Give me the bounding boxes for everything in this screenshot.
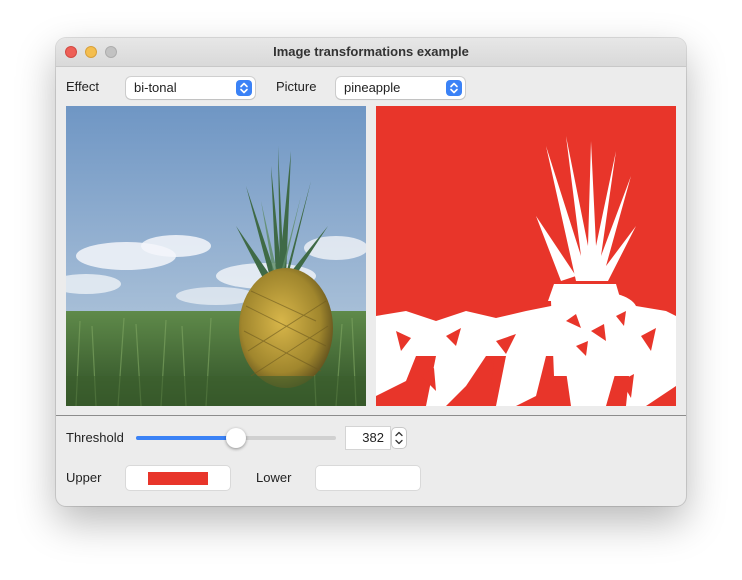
chevron-updown-icon (446, 80, 462, 96)
picture-select[interactable]: pineapple (336, 77, 465, 99)
upper-color-well[interactable] (126, 466, 230, 490)
lower-label: Lower (256, 470, 292, 485)
threshold-input[interactable]: 382 (346, 427, 390, 449)
app-window: Image transformations example Effect bi-… (56, 38, 686, 506)
picture-select-value: pineapple (344, 80, 401, 95)
threshold-slider-knob[interactable] (226, 428, 246, 448)
lower-color-swatch (338, 472, 398, 485)
effect-select-value: bi-tonal (134, 80, 177, 95)
threshold-value: 382 (362, 430, 384, 445)
transformed-image (376, 106, 676, 406)
picture-label: Picture (276, 79, 317, 94)
effect-select[interactable]: bi-tonal (126, 77, 255, 99)
threshold-label: Threshold (66, 430, 124, 445)
lower-color-well[interactable] (316, 466, 420, 490)
threshold-slider[interactable] (136, 428, 336, 448)
original-image (66, 106, 366, 406)
section-divider (56, 415, 686, 416)
title-bar: Image transformations example (56, 38, 686, 67)
threshold-slider-fill (136, 436, 236, 440)
upper-color-swatch (148, 472, 208, 485)
chevron-updown-icon (236, 80, 252, 96)
stepper-icon[interactable] (392, 428, 406, 448)
upper-label: Upper (66, 470, 102, 485)
effect-label: Effect (66, 79, 100, 94)
window-title: Image transformations example (273, 44, 469, 59)
